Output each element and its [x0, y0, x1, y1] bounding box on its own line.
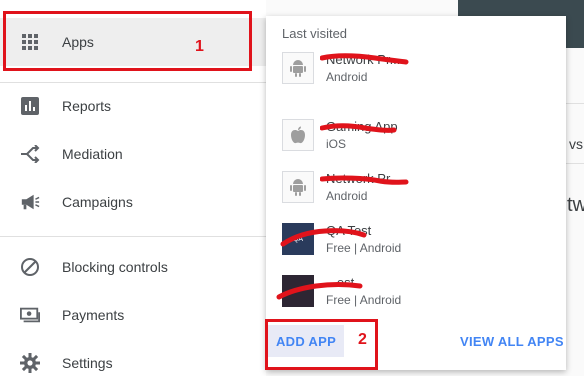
- sidebar-item-label: Mediation: [62, 146, 123, 162]
- annotation-marker-2: 2: [358, 331, 367, 348]
- payments-icon: [20, 305, 40, 325]
- apple-icon: [282, 119, 314, 151]
- megaphone-icon: [20, 192, 40, 212]
- sidebar-item-label: Reports: [62, 98, 112, 114]
- apps-highlight-box: [3, 11, 252, 71]
- sidebar-item-label: Settings: [62, 355, 113, 371]
- sidebar-item-label: Payments: [62, 307, 125, 323]
- redaction-scribble: [320, 123, 397, 133]
- sidebar-item-campaigns[interactable]: Campaigns: [0, 178, 266, 226]
- block-icon: [20, 257, 40, 277]
- divider-line: [566, 163, 584, 164]
- sidebar-item-payments[interactable]: Payments: [0, 291, 266, 339]
- app-platform: Android: [326, 70, 368, 84]
- redaction-scribble: [280, 228, 367, 247]
- mediation-icon: [20, 144, 40, 164]
- sidebar-item-blocking-controls[interactable]: Blocking controls: [0, 243, 266, 291]
- android-icon: [282, 171, 314, 203]
- sidebar-item-label: Campaigns: [62, 194, 133, 210]
- partial-tab-text: vs: [569, 136, 583, 152]
- sidebar-item-mediation[interactable]: Mediation: [0, 130, 266, 178]
- view-all-apps-button[interactable]: VIEW ALL APPS: [460, 334, 564, 349]
- sidebar-divider: [0, 236, 266, 237]
- annotation-marker-1: 1: [195, 38, 204, 55]
- sidebar-item-settings[interactable]: Settings: [0, 339, 266, 376]
- reports-icon: [20, 96, 40, 116]
- app-platform: iOS: [326, 137, 347, 151]
- sidebar-item-reports[interactable]: Reports: [0, 82, 266, 130]
- app-platform: Android: [326, 189, 368, 203]
- popup-header: Last visited: [282, 26, 348, 41]
- android-icon: [282, 52, 314, 84]
- partial-heading-text: tw: [567, 194, 584, 216]
- divider-line: [566, 103, 584, 104]
- gear-icon: [20, 353, 40, 373]
- sidebar-item-label: Blocking controls: [62, 259, 168, 275]
- redaction-scribble: [320, 175, 409, 185]
- redaction-scribble: [320, 53, 409, 65]
- redaction-scribble: [276, 282, 363, 300]
- apps-dropdown-popup: Last visited Network Pr... Android Gamin…: [266, 16, 566, 370]
